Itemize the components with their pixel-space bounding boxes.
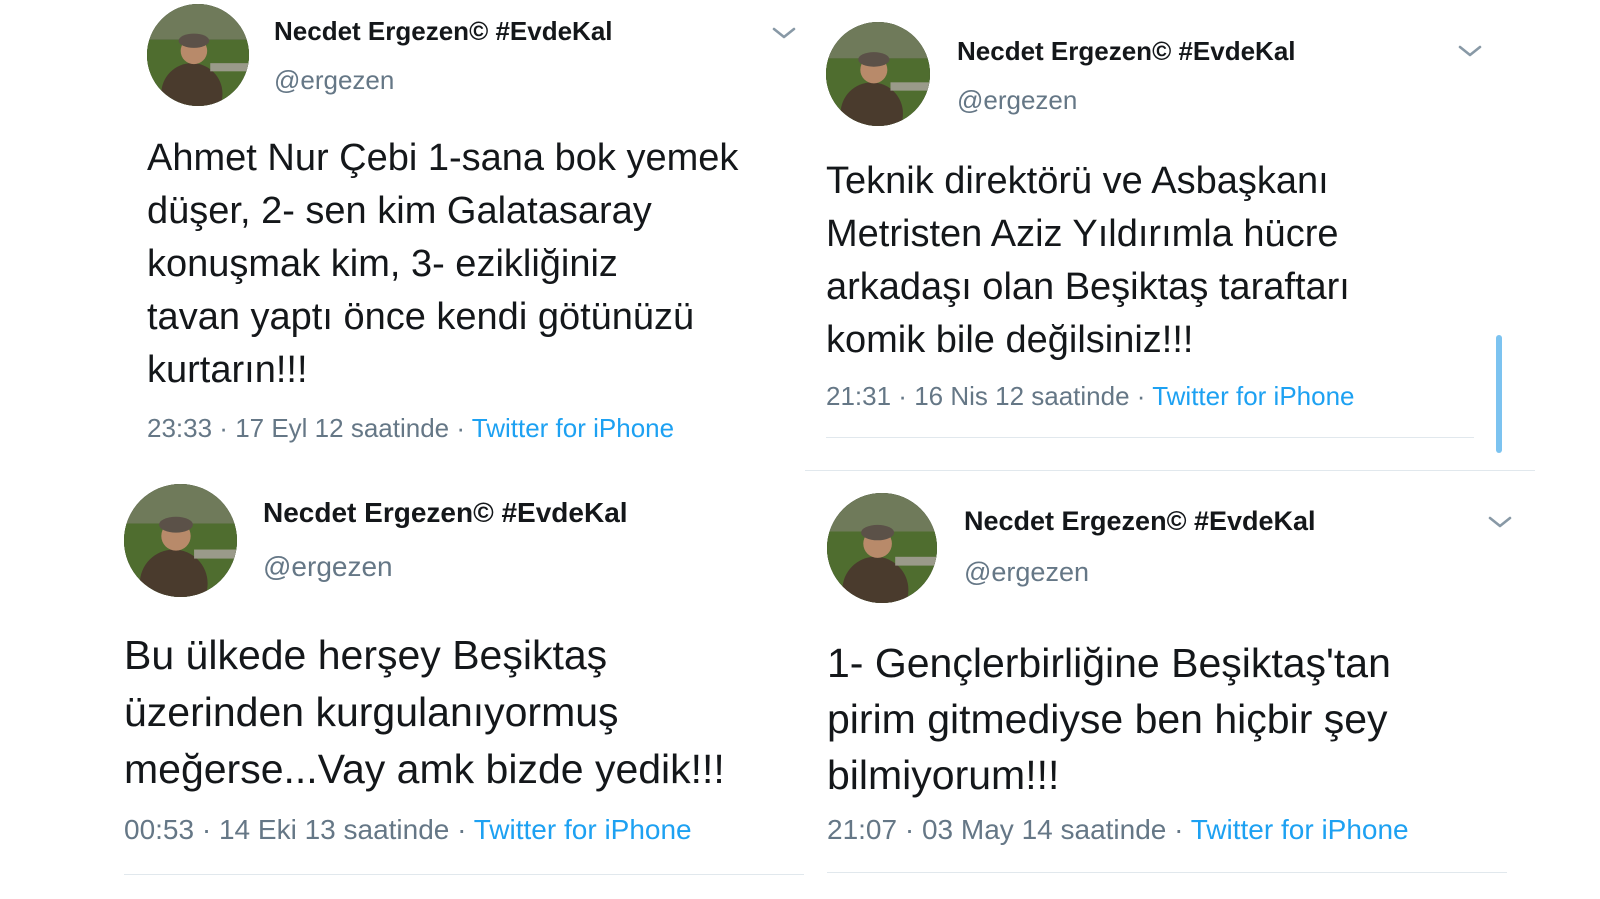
author-name[interactable]: Necdet Ergezen© #EvdeKal [274, 16, 613, 47]
tweet-time[interactable]: 23:33 [147, 413, 212, 443]
author-handle[interactable]: @ergezen [957, 85, 1077, 116]
tweet-date[interactable]: 03 May 14 saatinde [922, 814, 1166, 845]
author-name[interactable]: Necdet Ergezen© #EvdeKal [964, 506, 1316, 537]
tweet-3[interactable]: Necdet Ergezen© #EvdeKal @ergezen Bu ülk… [0, 460, 804, 899]
avatar[interactable] [826, 22, 930, 126]
author-handle[interactable]: @ergezen [964, 557, 1089, 588]
tweet-text: Teknik direktörü ve Asbaşkanı Metristen … [826, 155, 1350, 367]
tweet-text-line: tavan yaptı önce kendi götünüzü [147, 296, 695, 338]
tweet-date[interactable]: 17 Eyl 12 saatinde [235, 413, 449, 443]
tweet-source-link[interactable]: Twitter for iPhone [474, 814, 692, 845]
meta-separator: · [194, 814, 219, 845]
tweet-text: Ahmet Nur Çebi 1-sana bok yemek düşer, 2… [147, 132, 738, 397]
tweet-1[interactable]: Necdet Ergezen© #EvdeKal @ergezen Ahmet … [0, 0, 800, 450]
scrollbar[interactable] [1496, 335, 1502, 453]
tweet-text: Bu ülkede herşey Beşiktaş üzerinden kurg… [124, 627, 725, 798]
tweet-text-line: Bu ülkede herşey Beşiktaş [124, 632, 608, 678]
meta-separator: · [891, 381, 915, 411]
tweet-time[interactable]: 21:31 [826, 381, 891, 411]
tweet-meta: 21:31 · 16 Nis 12 saatinde · Twitter for… [826, 381, 1355, 412]
meta-separator: · [449, 413, 472, 443]
chevron-down-icon[interactable] [1457, 42, 1483, 60]
tweet-source-link[interactable]: Twitter for iPhone [1152, 381, 1354, 411]
chevron-down-icon[interactable] [771, 24, 797, 42]
meta-separator: · [897, 814, 922, 845]
tweet-time[interactable]: 00:53 [124, 814, 194, 845]
author-handle[interactable]: @ergezen [263, 551, 393, 583]
tweet-time[interactable]: 21:07 [827, 814, 897, 845]
tweet-source-link[interactable]: Twitter for iPhone [1191, 814, 1409, 845]
avatar[interactable] [827, 493, 937, 603]
tweet-text-line: Ahmet Nur Çebi 1-sana bok yemek [147, 137, 739, 179]
tweet-meta: 23:33 · 17 Eyl 12 saatinde · Twitter for… [147, 413, 674, 444]
tweet-text-line: üzerinden kurgulanıyormuş [124, 689, 619, 735]
tweet-text-line: Teknik direktörü ve Asbaşkanı [826, 160, 1329, 202]
tweet-text-line: 1- Gençlerbirliğine Beşiktaş'tan [827, 640, 1391, 686]
meta-separator: · [1166, 814, 1191, 845]
tweet-text-line: pirim gitmediyse ben hiçbir şey [827, 696, 1388, 742]
avatar-image [827, 493, 937, 603]
tweet-date[interactable]: 16 Nis 12 saatinde [914, 381, 1129, 411]
tweet-text-line: komik bile değilsiniz!!! [826, 319, 1194, 361]
author-handle[interactable]: @ergezen [274, 65, 394, 96]
author-name[interactable]: Necdet Ergezen© #EvdeKal [957, 36, 1296, 67]
tweet-collage: Necdet Ergezen© #EvdeKal @ergezen Ahmet … [0, 0, 1600, 899]
meta-separator: · [212, 413, 236, 443]
tweet-text-line: Metristen Aziz Yıldırımla hücre [826, 213, 1339, 255]
tweet-date[interactable]: 14 Eki 13 saatinde [219, 814, 449, 845]
tweet-text-line: bilmiyorum!!! [827, 752, 1060, 798]
author-name[interactable]: Necdet Ergezen© #EvdeKal [263, 497, 628, 529]
meta-separator: · [1129, 381, 1153, 411]
tweet-source-link[interactable]: Twitter for iPhone [472, 413, 674, 443]
tweet-text-line: kurtarın!!! [147, 349, 308, 391]
tweet-text-line: konuşmak kim, 3- ezikliğiniz [147, 243, 618, 285]
tweet-text-line: arkadaşı olan Beşiktaş taraftarı [826, 266, 1350, 308]
avatar[interactable] [124, 484, 237, 597]
divider [827, 872, 1507, 873]
avatar-image [826, 22, 930, 126]
divider [826, 437, 1474, 438]
tweet-meta: 21:07 · 03 May 14 saatinde · Twitter for… [827, 814, 1409, 846]
tweet-text: 1- Gençlerbirliğine Beşiktaş'tan pirim g… [827, 635, 1391, 803]
avatar[interactable] [147, 4, 249, 106]
avatar-image [147, 4, 249, 106]
tweet-meta: 00:53 · 14 Eki 13 saatinde · Twitter for… [124, 814, 692, 846]
tweet-4[interactable]: Necdet Ergezen© #EvdeKal @ergezen 1- Gen… [800, 460, 1600, 899]
tweet-2[interactable]: Necdet Ergezen© #EvdeKal @ergezen Teknik… [800, 0, 1600, 460]
divider [124, 874, 804, 875]
tweet-text-line: düşer, 2- sen kim Galatasaray [147, 190, 652, 232]
meta-separator: · [449, 814, 474, 845]
avatar-image [124, 484, 237, 597]
chevron-down-icon[interactable] [1487, 513, 1513, 531]
tweet-text-line: meğerse...Vay amk bizde yedik!!! [124, 746, 725, 792]
